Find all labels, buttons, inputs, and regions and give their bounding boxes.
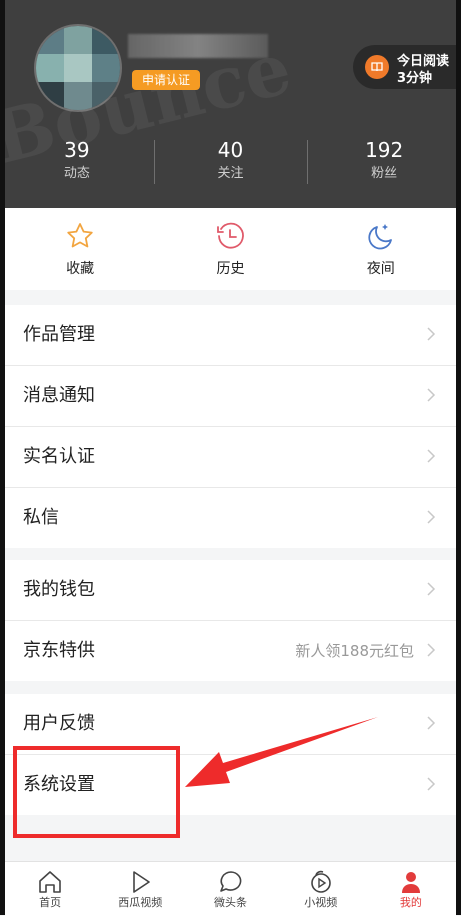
quick-actions: 收藏 历史 夜间 — [5, 208, 456, 290]
menu-group-content: 作品管理 消息通知 实名认证 私信 — [5, 305, 456, 548]
menu-item-messages[interactable]: 私信 — [5, 488, 456, 548]
tab-xigua-video[interactable]: 西瓜视频 — [95, 862, 185, 916]
tab-home[interactable]: 首页 — [5, 862, 95, 916]
tab-mine[interactable]: 我的 — [366, 862, 456, 916]
menu-item-label: 私信 — [23, 507, 59, 528]
moon-icon — [368, 224, 392, 250]
menu-item-wallet[interactable]: 我的钱包 — [5, 560, 456, 621]
stat-value: 192 — [365, 138, 404, 162]
menu-item-label: 我的钱包 — [23, 579, 95, 600]
menu-item-label: 实名认证 — [23, 446, 95, 467]
bottom-tab-bar: 首页 西瓜视频 微头条 小视频 我的 — [5, 861, 456, 916]
history-label: 历史 — [216, 261, 245, 277]
screen-edge-left — [0, 0, 5, 915]
play-icon — [133, 871, 151, 893]
menu-item-works[interactable]: 作品管理 — [5, 305, 456, 366]
stat-label: 动态 — [63, 166, 90, 181]
favorites-label: 收藏 — [66, 261, 95, 277]
menu-item-jd-special[interactable]: 京东特供 新人领188元红包 — [5, 621, 456, 681]
chevron-right-icon — [427, 327, 436, 341]
promo-text: 新人领188元红包 — [295, 642, 414, 660]
menu-item-label: 消息通知 — [23, 385, 95, 406]
profile-header: Bounce 申请认证 今日阅读 3分钟 39 动态 40 关注 192 粉丝 — [0, 0, 461, 208]
menu-item-label: 用户反馈 — [23, 713, 95, 734]
screen-edge-right — [456, 0, 461, 915]
chat-bubble-icon — [219, 871, 241, 892]
stat-value: 39 — [64, 138, 90, 162]
menu-item-identity-verification[interactable]: 实名认证 — [5, 427, 456, 488]
tab-short-video[interactable]: 小视频 — [276, 862, 366, 916]
stat-following[interactable]: 40 关注 — [153, 136, 308, 196]
stat-label: 关注 — [217, 166, 244, 181]
app-screen: Bounce 申请认证 今日阅读 3分钟 39 动态 40 关注 192 粉丝 … — [0, 0, 461, 916]
username-blurred — [128, 34, 268, 58]
apply-verification-badge[interactable]: 申请认证 — [132, 70, 201, 90]
clock-icon — [217, 222, 245, 249]
tab-label: 西瓜视频 — [118, 896, 163, 909]
person-icon — [401, 872, 420, 893]
menu-item-label: 京东特供 — [23, 640, 95, 661]
chevron-right-icon — [427, 643, 436, 657]
menu-group-wallet: 我的钱包 京东特供 新人领188元红包 — [5, 560, 456, 681]
chevron-right-icon — [427, 510, 436, 524]
book-icon — [365, 55, 389, 79]
reading-duration: 3分钟 — [397, 71, 433, 86]
tab-label: 微头条 — [214, 896, 247, 909]
tab-label: 首页 — [39, 896, 62, 909]
tab-label: 我的 — [399, 896, 422, 909]
stat-followers[interactable]: 192 粉丝 — [307, 136, 461, 196]
profile-stats: 39 动态 40 关注 192 粉丝 — [0, 136, 461, 196]
tab-label: 小视频 — [304, 896, 338, 909]
chevron-right-icon — [427, 777, 436, 791]
chevron-right-icon — [427, 716, 436, 730]
night-mode-button[interactable]: 夜间 — [306, 208, 456, 290]
highlight-box — [13, 746, 180, 838]
menu-item-label: 作品管理 — [23, 324, 95, 345]
stat-value: 40 — [217, 138, 244, 162]
home-icon — [39, 871, 61, 893]
favorites-button[interactable]: 收藏 — [5, 208, 155, 290]
tab-weitoutiao[interactable]: 微头条 — [185, 862, 275, 916]
history-button[interactable]: 历史 — [155, 208, 305, 290]
menu-item-notifications[interactable]: 消息通知 — [5, 366, 456, 427]
stat-posts[interactable]: 39 动态 — [0, 136, 154, 196]
chevron-right-icon — [427, 582, 436, 596]
night-mode-label: 夜间 — [366, 261, 395, 277]
chevron-right-icon — [427, 449, 436, 463]
avatar[interactable] — [34, 24, 122, 112]
video-icon — [310, 870, 331, 893]
chevron-right-icon — [427, 388, 436, 402]
stat-label: 粉丝 — [371, 166, 398, 181]
star-icon — [67, 223, 93, 248]
today-reading-pill[interactable]: 今日阅读 3分钟 — [353, 45, 461, 89]
